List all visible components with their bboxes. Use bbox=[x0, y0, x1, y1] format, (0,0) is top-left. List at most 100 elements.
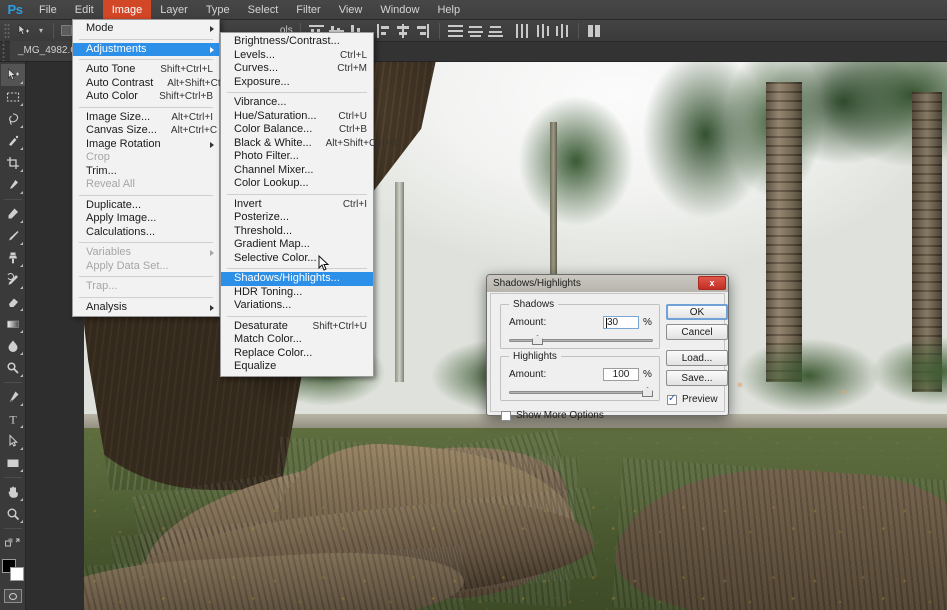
menu-item-levels[interactable]: Levels... Ctrl+L bbox=[221, 49, 373, 63]
menu-item-posterize[interactable]: Posterize... bbox=[221, 211, 373, 225]
menu-item-threshold[interactable]: Threshold... bbox=[221, 225, 373, 239]
distribute-top-edges-icon[interactable] bbox=[447, 23, 464, 39]
preview-row[interactable]: Preview bbox=[667, 393, 718, 405]
quick-selection-tool[interactable] bbox=[1, 130, 25, 152]
slider-thumb[interactable] bbox=[642, 387, 653, 397]
background-color-swatch[interactable] bbox=[9, 567, 24, 581]
distribute-vertical-centers-icon[interactable] bbox=[467, 23, 484, 39]
highlights-amount-slider[interactable] bbox=[509, 387, 653, 397]
shadows-amount-input[interactable]: 30 bbox=[603, 316, 639, 329]
type-tool[interactable]: T bbox=[1, 408, 25, 430]
menubar-item-type[interactable]: Type bbox=[197, 0, 239, 20]
history-brush-tool[interactable] bbox=[1, 269, 25, 291]
distribute-right-edges-icon[interactable] bbox=[554, 23, 571, 39]
menu-item-analysis[interactable]: Analysis bbox=[73, 301, 219, 315]
auto-select-checkbox[interactable] bbox=[61, 25, 73, 36]
move-tool-icon[interactable] bbox=[13, 22, 33, 40]
pen-tool[interactable] bbox=[1, 386, 25, 408]
distribute-bottom-edges-icon[interactable] bbox=[487, 23, 504, 39]
menu-item-desaturate[interactable]: Desaturate Shift+Ctrl+U bbox=[221, 320, 373, 334]
menu-item-calculations[interactable]: Calculations... bbox=[73, 226, 219, 240]
spot-healing-brush-tool[interactable] bbox=[1, 203, 25, 225]
show-more-options-checkbox[interactable] bbox=[501, 410, 511, 421]
brush-tool[interactable] bbox=[1, 225, 25, 247]
menu-item-shadows-highlights[interactable]: Shadows/Highlights... bbox=[221, 272, 373, 286]
menu-item-image-size[interactable]: Image Size... Alt+Ctrl+I bbox=[73, 111, 219, 125]
menu-item-auto-contrast[interactable]: Auto Contrast Alt+Shift+Ctrl+L bbox=[73, 77, 238, 91]
menubar-item-edit[interactable]: Edit bbox=[66, 0, 103, 20]
menu-item-brightness-contrast[interactable]: Brightness/Contrast... bbox=[221, 35, 373, 49]
menu-item-black-and-white[interactable]: Black & White... Alt+Shift+Ctrl+B bbox=[221, 137, 397, 151]
menubar-item-window[interactable]: Window bbox=[371, 0, 428, 20]
menubar-item-layer[interactable]: Layer bbox=[151, 0, 197, 20]
menubar-item-view[interactable]: View bbox=[330, 0, 372, 20]
menubar-item-file[interactable]: File bbox=[30, 0, 66, 20]
preview-checkbox[interactable] bbox=[667, 393, 677, 405]
options-bar-grip[interactable] bbox=[4, 22, 10, 39]
menu-item-photo-filter[interactable]: Photo Filter... bbox=[221, 150, 373, 164]
menu-item-hue-saturation[interactable]: Hue/Saturation... Ctrl+U bbox=[221, 110, 373, 124]
close-icon[interactable]: x bbox=[698, 276, 726, 290]
distribute-horizontal-centers-icon[interactable] bbox=[534, 23, 551, 39]
quick-mask-toggle[interactable] bbox=[3, 589, 22, 603]
gradient-tool[interactable] bbox=[1, 313, 25, 335]
menubar-item-filter[interactable]: Filter bbox=[287, 0, 329, 20]
menu-item-gradient-map[interactable]: Gradient Map... bbox=[221, 238, 373, 252]
distribute-left-edges-icon[interactable] bbox=[514, 23, 531, 39]
move-tool[interactable] bbox=[0, 64, 25, 86]
menu-item-auto-color[interactable]: Auto Color Shift+Ctrl+B bbox=[73, 90, 219, 104]
align-left-edges-icon[interactable] bbox=[375, 23, 392, 39]
shadows-amount-slider[interactable] bbox=[509, 335, 653, 345]
menubar-item-image[interactable]: Image bbox=[102, 0, 152, 20]
eraser-tool[interactable] bbox=[1, 291, 25, 313]
dialog-title-bar[interactable]: Shadows/Highlights x bbox=[487, 275, 728, 292]
highlights-amount-input[interactable]: 100 bbox=[603, 368, 639, 381]
slider-thumb[interactable] bbox=[532, 335, 543, 345]
auto-align-layers-icon[interactable] bbox=[586, 23, 603, 39]
image-menu-dropdown[interactable]: Mode Adjustments Auto Tone Shift+Ctrl+L A… bbox=[72, 19, 238, 317]
default-colors-and-swap-icons[interactable] bbox=[1, 532, 25, 554]
menu-item-channel-mixer[interactable]: Channel Mixer... bbox=[221, 164, 373, 178]
menu-item-auto-tone[interactable]: Auto Tone Shift+Ctrl+L bbox=[73, 63, 219, 77]
menu-item-duplicate[interactable]: Duplicate... bbox=[73, 199, 219, 213]
show-more-options-row[interactable]: Show More Options bbox=[501, 410, 604, 421]
menu-item-color-balance[interactable]: Color Balance... Ctrl+B bbox=[221, 123, 373, 137]
menu-item-trim[interactable]: Trim... bbox=[73, 165, 219, 179]
cancel-button[interactable]: Cancel bbox=[666, 324, 728, 340]
menu-item-color-lookup[interactable]: Color Lookup... bbox=[221, 177, 373, 191]
load-button[interactable]: Load... bbox=[666, 350, 728, 366]
menu-item-image-rotation[interactable]: Image Rotation bbox=[73, 138, 219, 152]
lasso-tool[interactable] bbox=[1, 108, 25, 130]
menu-item-hdr-toning[interactable]: HDR Toning... bbox=[221, 286, 373, 300]
menu-item-match-color[interactable]: Match Color... bbox=[221, 333, 373, 347]
menu-item-selective-color[interactable]: Selective Color... bbox=[221, 252, 373, 266]
menu-item-curves[interactable]: Curves... Ctrl+M bbox=[221, 62, 373, 76]
menubar-item-help[interactable]: Help bbox=[428, 0, 469, 20]
ok-button[interactable]: OK bbox=[666, 304, 728, 320]
eyedropper-tool[interactable] bbox=[1, 174, 25, 196]
hand-tool[interactable] bbox=[1, 481, 25, 503]
path-selection-tool[interactable] bbox=[1, 430, 25, 452]
blur-tool[interactable] bbox=[1, 335, 25, 357]
adjustments-submenu[interactable]: Brightness/Contrast... Levels... Ctrl+L C… bbox=[220, 32, 397, 377]
menu-item-canvas-size[interactable]: Canvas Size... Alt+Ctrl+C bbox=[73, 124, 219, 138]
menu-item-vibrance[interactable]: Vibrance... bbox=[221, 96, 373, 110]
color-swatches[interactable] bbox=[1, 558, 25, 584]
dodge-tool[interactable] bbox=[1, 357, 25, 379]
crop-tool[interactable] bbox=[1, 152, 25, 174]
menu-item-replace-color[interactable]: Replace Color... bbox=[221, 347, 373, 361]
save-button[interactable]: Save... bbox=[666, 370, 728, 386]
zoom-tool[interactable] bbox=[1, 503, 25, 525]
align-right-edges-icon[interactable] bbox=[415, 23, 432, 39]
menu-item-invert[interactable]: Invert Ctrl+I bbox=[221, 198, 373, 212]
menubar-item-select[interactable]: Select bbox=[239, 0, 288, 20]
menu-item-variations[interactable]: Variations... bbox=[221, 299, 373, 313]
menu-item-mode[interactable]: Mode bbox=[73, 22, 219, 36]
menu-item-exposure[interactable]: Exposure... bbox=[221, 76, 373, 90]
align-horizontal-centers-icon[interactable] bbox=[395, 23, 412, 39]
rectangular-marquee-tool[interactable] bbox=[1, 86, 25, 108]
tool-preset-chevron-icon[interactable]: ▾ bbox=[36, 26, 46, 35]
menu-item-adjustments[interactable]: Adjustments bbox=[73, 42, 219, 56]
menu-item-apply-image[interactable]: Apply Image... bbox=[73, 212, 219, 226]
clone-stamp-tool[interactable] bbox=[1, 247, 25, 269]
